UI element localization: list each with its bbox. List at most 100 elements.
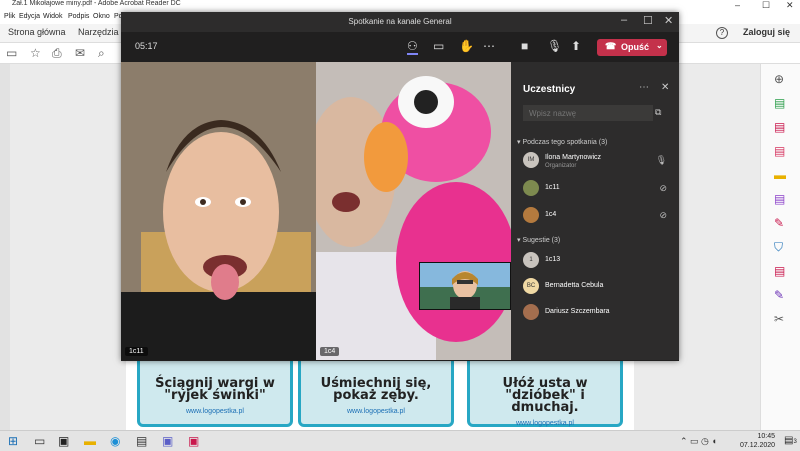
export-pdf-icon[interactable]: ▤ — [774, 96, 785, 110]
protect-icon[interactable]: ⛉ — [774, 240, 783, 255]
participant-name: Ilona Martynowicz — [545, 154, 602, 161]
comment-icon[interactable]: ▬ — [774, 168, 786, 182]
star-icon[interactable]: ☆ — [30, 46, 41, 60]
card-text: Ułóż usta w "dzióbek" i dmuchaj. — [502, 376, 588, 415]
suggestion-row[interactable]: BC Bernadetta Cebula — [523, 278, 673, 300]
video-tile[interactable]: 1c4 — [316, 62, 511, 360]
save-icon[interactable]: ▭ — [6, 46, 17, 60]
acrobat-title: Zał.1 Mikołajowe miny.pdf - Adobe Acroba… — [12, 0, 181, 7]
section-label: Sugestie (3) — [522, 237, 561, 244]
avatar: IM — [523, 152, 539, 168]
suggestion-row[interactable]: Dariusz Szczembara — [523, 304, 673, 326]
organize-icon[interactable]: ▤ — [774, 192, 785, 206]
tab-tools[interactable]: Narzędzia — [78, 27, 119, 37]
exercise-card: Ściągnij wargi w "ryjek świnki" www.logo… — [137, 355, 293, 427]
system-clock[interactable]: 10:45 07.12.2020 — [740, 432, 775, 450]
participants-panel: Uczestnicy ⋯ ✕ ⧉ ▾ Podczas tego spotkani… — [511, 62, 679, 360]
minimize-icon[interactable]: – — [621, 14, 627, 26]
mail-icon[interactable]: ✉ — [75, 46, 85, 60]
clock-date: 07.12.2020 — [740, 442, 776, 449]
close-icon[interactable]: ✕ — [786, 0, 794, 11]
menu-item[interactable]: Okno — [93, 13, 110, 20]
menu-item[interactable]: Edycja — [19, 13, 40, 20]
edge-browser-icon[interactable]: ◉ — [110, 434, 120, 448]
participant-row[interactable]: 1c11 ⊘ — [523, 180, 673, 202]
create-pdf-icon[interactable]: ▤ — [774, 120, 785, 134]
more-tools-icon[interactable]: ✂ — [774, 312, 784, 326]
section-in-meeting[interactable]: ▾ Podczas tego spotkania (3) — [517, 138, 607, 146]
self-view-image — [420, 263, 510, 309]
participants-icon[interactable]: ⚇ — [407, 39, 418, 55]
search-input[interactable] — [523, 105, 653, 121]
more-options-icon[interactable]: ⋯ — [483, 39, 495, 53]
file-explorer-icon[interactable]: ▬ — [84, 434, 96, 448]
suggestion-row[interactable]: 1 1c13 — [523, 252, 673, 274]
card-text: Uśmiechnij się, pokaż zęby. — [320, 376, 432, 403]
camera-icon[interactable]: ■ — [521, 39, 528, 53]
participant-row[interactable]: 1c4 ⊘ — [523, 207, 673, 229]
participant-name: 1c11 — [545, 184, 560, 191]
menu-item[interactable]: Podpis — [68, 13, 89, 20]
panel-title: Uczestnicy — [523, 84, 576, 95]
section-suggestions[interactable]: ▾ Sugestie (3) — [517, 236, 560, 244]
login-button[interactable]: Zaloguj się — [743, 27, 790, 37]
edit-pdf-icon[interactable]: ▤ — [774, 144, 785, 158]
minimize-icon[interactable]: – — [735, 0, 740, 10]
clock-time: 10:45 — [757, 433, 776, 440]
participant-name: Dariusz Szczembara — [545, 308, 610, 315]
more-options-icon[interactable]: ⋯ — [639, 82, 649, 93]
video-tile[interactable]: 1c11 — [121, 62, 316, 360]
avatar: 1 — [523, 252, 539, 268]
phone-hangup-icon: ☎ — [605, 41, 617, 51]
microphone-icon[interactable]: 🎙 — [547, 39, 562, 53]
teams-meeting-window: Spotkanie na kanale General – ☐ ✕ 05:17 … — [121, 12, 679, 361]
notion-app-icon[interactable]: ▣ — [58, 434, 69, 448]
acrobat-right-tools: ⊕ ▤ ▤ ▤ ▬ ▤ ✎ ⛉ ▤ ✎ ✂ — [760, 64, 800, 430]
maximize-icon[interactable]: ☐ — [643, 14, 653, 27]
close-icon[interactable]: ✕ — [664, 14, 673, 27]
participant-role: Organizator — [545, 163, 577, 169]
leave-button[interactable]: ☎ Opuść ⌄ — [597, 39, 667, 56]
participant-video-image — [121, 62, 316, 360]
compress-icon[interactable]: ▤ — [774, 264, 785, 278]
store-icon[interactable]: ▤ — [136, 434, 147, 448]
help-icon[interactable]: ? — [716, 27, 728, 39]
section-label: Podczas tego spotkania (3) — [522, 139, 608, 146]
chevron-down-icon[interactable]: ⌄ — [656, 41, 663, 50]
windows-start-icon[interactable]: ⊞ — [8, 434, 18, 448]
teams-app-icon[interactable]: ▣ — [162, 434, 173, 448]
raise-hand-icon[interactable]: ✋ — [459, 39, 474, 53]
sign-icon[interactable]: ✎ — [774, 288, 784, 302]
notification-icon[interactable]: ▤3 — [784, 435, 797, 446]
acrobat-app-icon[interactable]: ▣ — [188, 434, 199, 448]
avatar — [523, 304, 539, 320]
video-label: 1c11 — [125, 347, 148, 356]
task-view-icon[interactable]: ▭ — [34, 434, 45, 448]
leave-label: Opuść — [621, 42, 650, 52]
share-link-icon[interactable]: ⧉ — [655, 107, 661, 118]
self-view-video[interactable] — [419, 262, 511, 310]
close-icon[interactable]: ✕ — [661, 82, 669, 93]
exercise-card: Ułóż usta w "dzióbek" i dmuchaj. www.log… — [467, 355, 623, 427]
card-text: Ściągnij wargi w "ryjek świnki" — [155, 376, 275, 403]
card-url: www.logopestka.pl — [516, 420, 574, 427]
print-icon[interactable]: ⎙ — [52, 46, 62, 61]
zoom-icon[interactable]: ⊕ — [774, 72, 784, 86]
chat-icon[interactable]: ▭ — [433, 39, 444, 53]
search-icon[interactable]: ⌕ — [98, 46, 105, 61]
menu-item[interactable]: Plik — [4, 13, 15, 20]
participant-name: 1c13 — [545, 256, 561, 263]
fill-sign-icon[interactable]: ✎ — [774, 216, 784, 230]
system-tray-icons[interactable]: ⌃ ▭ ◷ ◖ — [680, 436, 717, 447]
teams-title-bar: Spotkanie na kanale General – ☐ ✕ — [121, 12, 679, 32]
left-nav-strip[interactable] — [0, 64, 10, 430]
participant-row[interactable]: IM Ilona Martynowicz Organizator 🎙 — [523, 152, 673, 174]
maximize-icon[interactable]: ☐ — [762, 0, 770, 11]
menu-item[interactable]: Widok — [43, 13, 62, 20]
participant-name: Bernadetta Cebula — [545, 282, 604, 289]
tab-home[interactable]: Strona główna — [8, 27, 66, 37]
video-label: 1c4 — [320, 347, 340, 356]
card-url: www.logopestka.pl — [347, 408, 405, 415]
meeting-timer: 05:17 — [135, 41, 158, 51]
share-screen-icon[interactable]: ⬆ — [571, 39, 581, 53]
